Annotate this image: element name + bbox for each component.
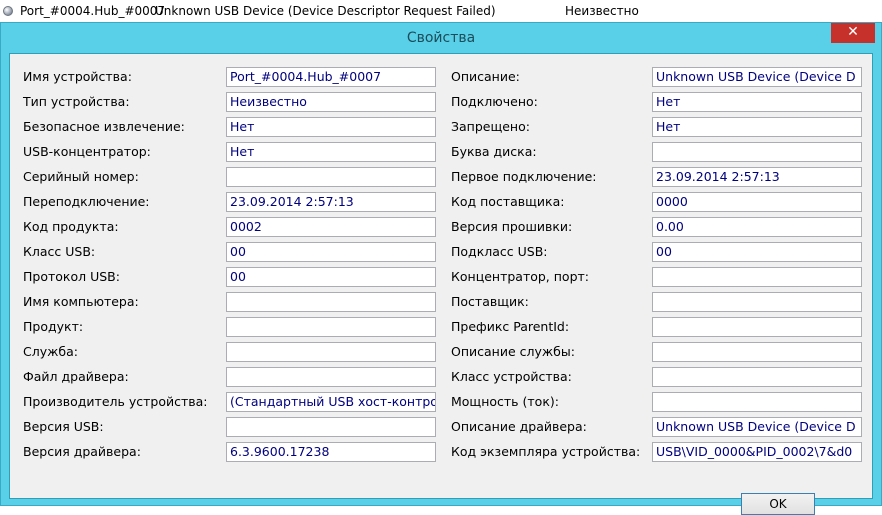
left-field-label: Код продукта: <box>23 219 119 234</box>
left-field-label: Версия USB: <box>23 419 104 434</box>
left-field-value[interactable]: (Стандартный USB хост-контро <box>226 392 436 412</box>
right-field-value[interactable] <box>652 142 862 162</box>
close-icon: ✕ <box>847 24 859 40</box>
left-field-label: Продукт: <box>23 319 84 334</box>
right-field-value[interactable] <box>652 267 862 287</box>
properties-panel: OK Имя устройства: Port_#0004.Hub_#0007 Ти… <box>9 53 873 515</box>
usb-device-icon <box>3 6 13 16</box>
right-field-value[interactable]: 23.09.2014 2:57:13 <box>652 167 862 187</box>
left-field-value[interactable] <box>226 342 436 362</box>
device-description-cell: Unknown USB Device (Device Descriptor Re… <box>155 4 496 18</box>
right-field-value[interactable] <box>652 342 862 362</box>
close-button[interactable]: ✕ <box>831 23 875 43</box>
left-field-label: Служба: <box>23 344 78 359</box>
left-field-value[interactable] <box>226 417 436 437</box>
right-field-label: Код экземпляра устройства: <box>451 444 641 459</box>
ok-button[interactable]: OK <box>741 493 815 515</box>
left-field-value[interactable]: Port_#0004.Hub_#0007 <box>226 67 436 87</box>
right-field-value[interactable] <box>652 392 862 412</box>
left-field-label: Переподключение: <box>23 194 150 209</box>
left-field-label: Производитель устройства: <box>23 394 208 409</box>
left-field-value[interactable] <box>226 292 436 312</box>
left-field-value[interactable]: 23.09.2014 2:57:13 <box>226 192 436 212</box>
left-field-label: Безопасное извлечение: <box>23 119 185 134</box>
left-field-value[interactable]: Нет <box>226 117 436 137</box>
right-field-value[interactable]: USB\VID_0000&PID_0002\7&d0 <box>652 442 862 462</box>
left-field-label: Протокол USB: <box>23 269 120 284</box>
right-field-value[interactable]: 00 <box>652 242 862 262</box>
right-field-value[interactable]: Нет <box>652 92 862 112</box>
left-field-value[interactable]: 00 <box>226 242 436 262</box>
right-field-label: Описание драйвера: <box>451 419 587 434</box>
right-field-label: Код поставщика: <box>451 194 565 209</box>
device-list-row[interactable]: Port_#0004.Hub_#0007 Unknown USB Device … <box>0 0 882 22</box>
right-field-value[interactable]: Unknown USB Device (Device D <box>652 417 862 437</box>
left-field-value[interactable]: 6.3.9600.17238 <box>226 442 436 462</box>
device-port-cell: Port_#0004.Hub_#0007 <box>20 4 166 18</box>
left-field-label: Файл драйвера: <box>23 369 129 384</box>
right-field-label: Запрещено: <box>451 119 530 134</box>
right-field-label: Подкласс USB: <box>451 244 548 259</box>
right-field-label: Мощность (ток): <box>451 394 559 409</box>
right-field-label: Поставщик: <box>451 294 529 309</box>
right-field-label: Класс устройства: <box>451 369 572 384</box>
right-field-label: Подключено: <box>451 94 538 109</box>
right-field-label: Версия прошивки: <box>451 219 573 234</box>
left-field-label: Имя компьютера: <box>23 294 139 309</box>
left-field-label: Класс USB: <box>23 244 96 259</box>
right-field-label: Первое подключение: <box>451 169 597 184</box>
properties-dialog: Свойства ✕ OK Имя устройства: Port_#0004.… <box>0 22 882 515</box>
right-field-label: Буква диска: <box>451 144 537 159</box>
right-field-value[interactable]: 0000 <box>652 192 862 212</box>
right-field-value[interactable]: 0.00 <box>652 217 862 237</box>
left-field-value[interactable]: 0002 <box>226 217 436 237</box>
right-field-value[interactable]: Unknown USB Device (Device D <box>652 67 862 87</box>
left-field-value[interactable] <box>226 317 436 337</box>
right-field-label: Концентратор, порт: <box>451 269 590 284</box>
left-field-value[interactable] <box>226 367 436 387</box>
left-field-label: Серийный номер: <box>23 169 139 184</box>
dialog-title: Свойства <box>406 30 476 46</box>
device-status-cell: Неизвестно <box>565 4 639 18</box>
left-field-label: Версия драйвера: <box>23 444 141 459</box>
right-field-label: Описание: <box>451 69 520 84</box>
left-field-value[interactable] <box>226 167 436 187</box>
left-field-value[interactable]: Нет <box>226 142 436 162</box>
right-field-value[interactable]: Нет <box>652 117 862 137</box>
left-field-label: Тип устройства: <box>23 94 130 109</box>
left-field-value[interactable]: Неизвестно <box>226 92 436 112</box>
left-field-label: USB-концентратор: <box>23 144 151 159</box>
right-field-value[interactable] <box>652 367 862 387</box>
right-field-label: Описание службы: <box>451 344 575 359</box>
dialog-titlebar[interactable]: Свойства ✕ <box>1 23 881 53</box>
right-field-value[interactable] <box>652 317 862 337</box>
left-field-value[interactable]: 00 <box>226 267 436 287</box>
right-field-value[interactable] <box>652 292 862 312</box>
left-field-label: Имя устройства: <box>23 69 132 84</box>
right-field-label: Префикс ParentId: <box>451 319 570 334</box>
